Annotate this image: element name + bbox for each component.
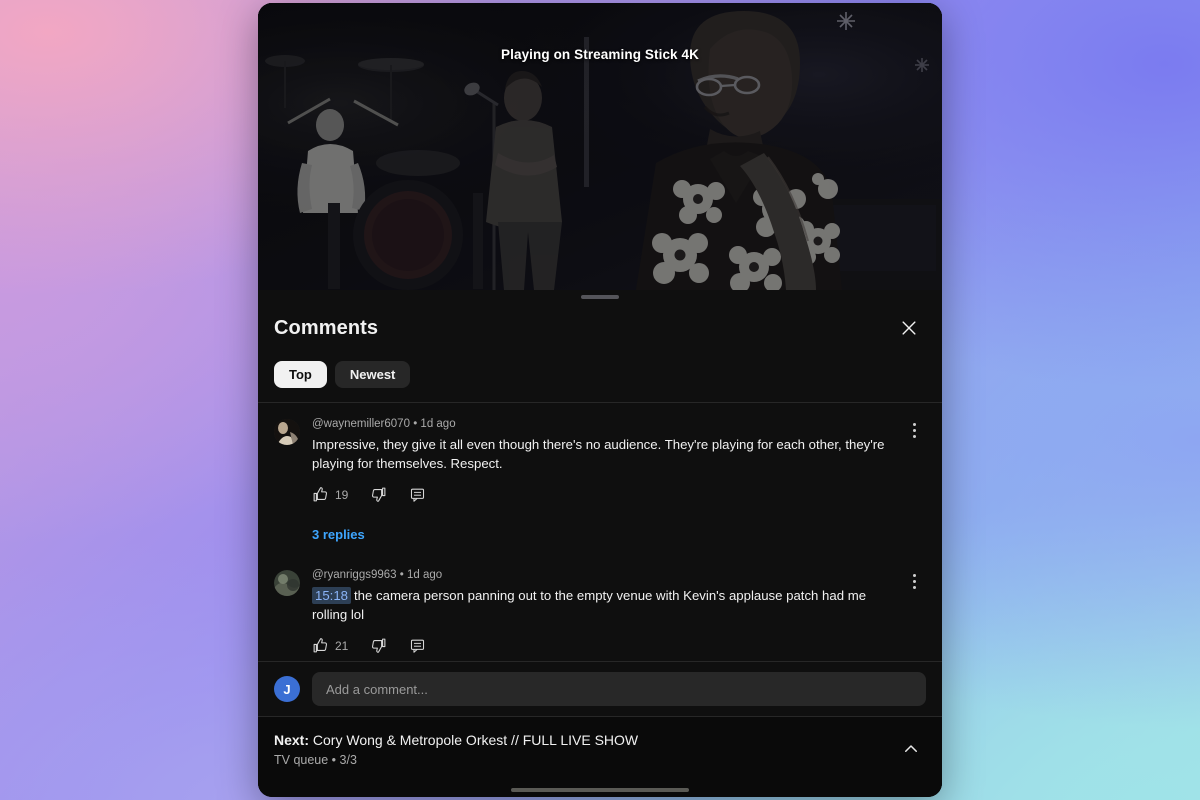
page-title: Comments <box>274 316 379 339</box>
user-avatar-image <box>274 570 300 596</box>
filter-chip-top[interactable]: Top <box>274 361 327 388</box>
comment-menu-button[interactable] <box>902 417 926 439</box>
next-up-title: Cory Wong & Metropole Orkest // FULL LIV… <box>312 732 639 749</box>
comment-list: @waynemiller6070 • 1d ago Impressive, th… <box>258 403 942 661</box>
comment-filter-chips: Top Newest <box>258 345 942 403</box>
dislike-button[interactable] <box>370 486 387 503</box>
comment-actions: 21 <box>312 637 890 654</box>
drag-handle-icon <box>581 294 619 299</box>
next-up-subtitle: TV queue • 3/3 <box>274 753 357 767</box>
like-count: 21 <box>335 638 349 653</box>
comment-text: 15:18 the camera person panning out to th… <box>312 586 890 625</box>
thumbs-up-icon <box>313 638 327 653</box>
more-vertical-icon-dot <box>912 573 916 577</box>
comment-block: @waynemiller6070 • 1d ago Impressive, th… <box>274 417 926 546</box>
add-comment-bar: J <box>258 661 942 716</box>
avatar[interactable] <box>274 570 300 596</box>
comment-meta: @waynemiller6070 • 1d ago <box>312 417 890 432</box>
comment-author[interactable]: @waynemiller6070 <box>312 418 410 430</box>
thumbs-down-icon <box>372 638 386 653</box>
comment-input[interactable] <box>312 672 926 707</box>
more-vertical-icon-dot <box>912 434 916 438</box>
device-frame: Playing on Streaming Stick 4K Comments T… <box>258 3 942 797</box>
current-user-avatar[interactable]: J <box>274 676 300 703</box>
comment-meta-separator: • <box>413 418 418 430</box>
comment-meta: @ryanriggs9963 • 1d ago <box>312 568 890 583</box>
more-vertical-icon-dot <box>912 579 916 583</box>
reply-icon <box>411 639 425 653</box>
close-comments-button[interactable] <box>892 311 926 345</box>
close-icon <box>902 321 916 335</box>
like-button[interactable]: 21 <box>312 637 348 654</box>
thumbs-up-icon <box>313 487 327 502</box>
video-frame-artwork <box>258 3 942 290</box>
comment-actions: 19 <box>312 486 890 503</box>
comments-header: Comments <box>258 303 942 345</box>
comment-menu-button[interactable] <box>902 568 926 590</box>
home-indicator-area <box>258 783 942 797</box>
like-count: 19 <box>335 487 349 502</box>
comment-item: @waynemiller6070 • 1d ago Impressive, th… <box>274 417 926 503</box>
comment-body: @waynemiller6070 • 1d ago Impressive, th… <box>312 417 890 503</box>
chevron-up-icon <box>905 745 917 753</box>
reply-button[interactable] <box>409 486 426 503</box>
video-player[interactable]: Playing on Streaming Stick 4K <box>258 3 942 290</box>
comment-timestamp: 1d ago <box>407 569 443 581</box>
more-vertical-icon-dot <box>912 585 916 589</box>
comment-meta-separator: • <box>399 569 404 581</box>
reply-icon <box>411 488 425 502</box>
dislike-button[interactable] <box>370 637 387 654</box>
next-up-title-line: Next: Cory Wong & Metropole Orkest // FU… <box>274 731 638 750</box>
more-vertical-icon-dot <box>912 428 916 432</box>
reply-button[interactable] <box>409 637 426 654</box>
home-indicator[interactable] <box>511 788 689 792</box>
comment-timestamp: 1d ago <box>420 418 456 430</box>
comment-body: @ryanriggs9963 • 1d ago 15:18 the camera … <box>312 568 890 654</box>
user-avatar-image <box>274 419 300 445</box>
next-up-text: Next: Cory Wong & Metropole Orkest // FU… <box>274 731 638 767</box>
like-button[interactable]: 19 <box>312 486 348 503</box>
video-timestamp-link[interactable]: 15:18 <box>312 586 352 604</box>
comment-author[interactable]: @ryanriggs9963 <box>312 569 397 581</box>
view-replies-link[interactable]: 3 replies <box>312 527 365 542</box>
comments-sheet: Comments Top Newest @waynemiller6070 • 1… <box>258 290 942 797</box>
more-vertical-icon-dot <box>912 422 916 426</box>
avatar[interactable] <box>274 419 300 445</box>
comment-text-content: the camera person panning out to the emp… <box>312 587 867 623</box>
comment-item: @ryanriggs9963 • 1d ago 15:18 the camera … <box>274 568 926 654</box>
next-up-bar[interactable]: Next: Cory Wong & Metropole Orkest // FU… <box>258 716 942 783</box>
comment-text: Impressive, they give it all even though… <box>312 436 885 472</box>
comment-block: @ryanriggs9963 • 1d ago 15:18 the camera … <box>274 546 926 661</box>
filter-chip-newest[interactable]: Newest <box>334 361 411 388</box>
thumbs-down-icon <box>372 487 386 502</box>
expand-queue-button[interactable] <box>896 734 926 764</box>
sheet-drag-handle[interactable] <box>258 290 942 303</box>
next-up-prefix: Next: <box>274 732 310 749</box>
